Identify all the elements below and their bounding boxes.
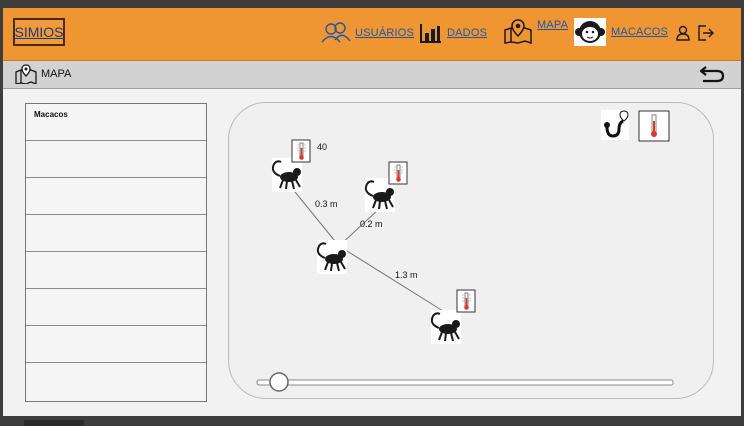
monkey-marker[interactable]: [271, 157, 303, 193]
distance-label: 1.3 m: [395, 270, 418, 280]
logout-icon[interactable]: [697, 24, 715, 42]
distance-label: 0.2 m: [360, 219, 383, 229]
nav-users-label[interactable]: USUÁRIOS: [355, 27, 414, 39]
user-icon[interactable]: [676, 25, 690, 41]
thermometer-icon: [388, 161, 408, 185]
monkey-list: Macacos: [25, 103, 207, 402]
map-canvas: 40 0.3 m 0.2 m 1.3 m: [256, 110, 674, 392]
brand-logo[interactable]: SIMIOS: [13, 18, 65, 46]
nav-monkeys-label[interactable]: MACACOS: [611, 26, 668, 38]
temperature-label: 40: [317, 142, 327, 152]
top-navigation-bar: SIMIOS USUÁRIOS DADOS MAPA MACACOS: [3, 8, 741, 61]
map-pin-icon: [504, 19, 532, 44]
thermometer-icon: [456, 289, 476, 313]
monkey-marker[interactable]: [430, 309, 462, 345]
map-icon: [15, 64, 37, 84]
gps-track-icon[interactable]: [601, 110, 629, 140]
nav-map-label[interactable]: MAPA: [537, 19, 568, 31]
nav-users[interactable]: USUÁRIOS: [321, 22, 414, 44]
monkey-face-icon: [574, 18, 606, 46]
nav-monkeys[interactable]: MACACOS: [573, 17, 668, 47]
users-icon: [321, 22, 351, 43]
back-arrow-icon[interactable]: [699, 64, 725, 84]
nav-map[interactable]: MAPA: [503, 18, 568, 44]
list-item[interactable]: [26, 252, 206, 289]
list-item[interactable]: [26, 326, 206, 363]
timeline-slider[interactable]: [256, 372, 674, 392]
distance-label: 0.3 m: [315, 199, 338, 209]
map-panel: 40 0.3 m 0.2 m 1.3 m: [228, 102, 714, 399]
list-item[interactable]: [26, 215, 206, 252]
list-item[interactable]: [26, 178, 206, 215]
connection-line: [290, 186, 340, 247]
slider-handle: [269, 372, 289, 392]
monkey-marker[interactable]: [316, 239, 348, 275]
list-item[interactable]: [26, 363, 206, 400]
connection-line: [338, 245, 444, 312]
nav-data[interactable]: DADOS: [419, 22, 487, 44]
list-item[interactable]: [26, 141, 206, 178]
list-item[interactable]: [26, 289, 206, 326]
bottom-strip: [24, 420, 84, 426]
page-title: MAPA: [41, 68, 72, 80]
temperature-toggle-icon[interactable]: [638, 110, 670, 142]
bar-chart-icon: [420, 24, 441, 43]
main-content: Macacos 40 0.3 m 0.2 m 1.3 m: [3, 89, 741, 416]
nav-data-label[interactable]: DADOS: [447, 27, 487, 39]
thermometer-icon: [291, 139, 311, 163]
page-header-bar: MAPA: [3, 61, 741, 89]
monkey-list-header: Macacos: [26, 104, 206, 141]
